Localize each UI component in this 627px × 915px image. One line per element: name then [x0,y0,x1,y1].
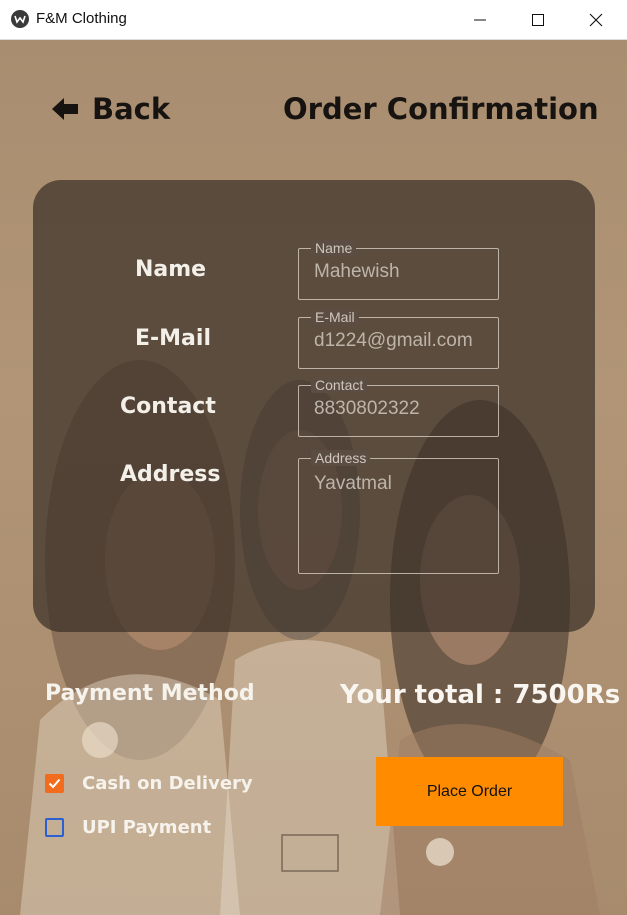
name-field-legend: Name [311,240,357,256]
name-field-value: Mahewish [314,261,400,282]
cash-on-delivery-checkbox[interactable] [45,774,64,793]
email-field-value: d1224@gmail.com [314,330,473,351]
window-title: F&M Clothing [36,10,127,27]
maximize-icon [532,13,544,26]
back-label: Back [92,92,171,126]
cash-on-delivery-label: Cash on Delivery [82,773,253,794]
address-field-value: Yavatmal [314,473,392,494]
contact-label: Contact [120,394,216,419]
maximize-button[interactable] [509,0,567,39]
name-field[interactable]: Name Mahewish [298,240,499,300]
place-order-button[interactable]: Place Order [376,757,563,826]
page-title: Order Confirmation [283,92,599,126]
address-field[interactable]: Address Yavatmal [298,450,499,574]
name-label: Name [135,257,207,282]
close-icon [589,13,603,26]
upi-payment-option[interactable]: UPI Payment [45,817,211,838]
close-button[interactable] [567,0,625,39]
email-label: E-Mail [135,326,211,351]
app-logo-icon [11,10,29,28]
contact-field[interactable]: Contact 8830802322 [298,377,499,437]
upi-payment-label: UPI Payment [82,817,212,838]
email-field-legend: E-Mail [311,309,359,325]
window-titlebar: F&M Clothing [0,0,627,40]
back-button[interactable]: Back [52,92,170,126]
address-field-legend: Address [311,450,371,466]
checkmark-icon [48,778,61,789]
email-field[interactable]: E-Mail d1224@gmail.com [298,309,499,369]
upi-payment-checkbox[interactable] [45,818,64,837]
payment-method-title: Payment Method [45,681,255,706]
minimize-button[interactable] [451,0,509,39]
contact-field-value: 8830802322 [314,398,420,419]
cash-on-delivery-option[interactable]: Cash on Delivery [45,773,253,794]
contact-field-legend: Contact [311,377,368,393]
arrow-left-icon [52,98,78,120]
order-total: Your total : 7500Rs [340,680,621,710]
minimize-icon [474,19,486,20]
address-label: Address [120,462,221,487]
